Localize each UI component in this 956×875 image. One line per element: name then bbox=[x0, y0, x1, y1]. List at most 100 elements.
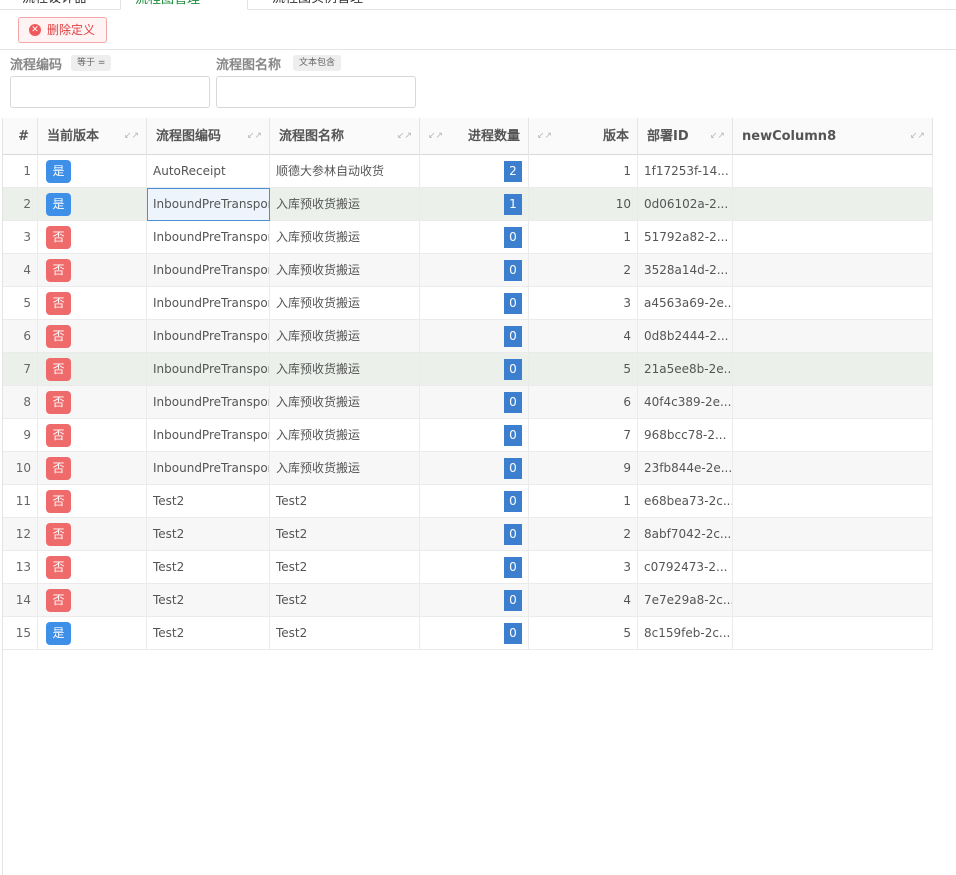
flow-name-cell[interactable]: Test2 bbox=[270, 584, 420, 617]
flow-code-input[interactable] bbox=[10, 76, 210, 108]
table-row[interactable]: 7 否 InboundPreTransport 入库预收货搬运 0 5 21a5ee8b-2… bbox=[3, 353, 933, 386]
version-cell[interactable]: 1 bbox=[529, 221, 638, 254]
deploy-id-cell[interactable]: 3528a14d-2... bbox=[638, 254, 733, 287]
version-cell[interactable]: 3 bbox=[529, 551, 638, 584]
process-count-cell[interactable]: 0 bbox=[420, 551, 529, 584]
deploy-id-cell[interactable]: 8c159feb-2c... bbox=[638, 617, 733, 650]
new-column8-cell[interactable] bbox=[733, 287, 933, 320]
current-version-cell[interactable]: 否 bbox=[38, 254, 147, 287]
flow-code-cell[interactable]: InboundPreTransport bbox=[147, 386, 270, 419]
current-version-cell[interactable]: 否 bbox=[38, 518, 147, 551]
col-index-header[interactable]: # bbox=[3, 118, 38, 155]
col-new-column8-header[interactable]: newColumn8 ↙↗ bbox=[733, 118, 933, 155]
current-version-cell[interactable]: 否 bbox=[38, 419, 147, 452]
flow-name-cell[interactable]: 入库预收货搬运 bbox=[270, 287, 420, 320]
version-cell[interactable]: 1 bbox=[529, 485, 638, 518]
process-count-cell[interactable]: 0 bbox=[420, 617, 529, 650]
new-column8-cell[interactable] bbox=[733, 452, 933, 485]
new-column8-cell[interactable] bbox=[733, 320, 933, 353]
flow-name-cell[interactable]: 入库预收货搬运 bbox=[270, 320, 420, 353]
deploy-id-cell[interactable]: 1f17253f-14... bbox=[638, 155, 733, 188]
process-count-cell[interactable]: 2 bbox=[420, 155, 529, 188]
collapse-arrows-icon[interactable]: ↙↗ bbox=[397, 118, 412, 155]
table-row[interactable]: 6 否 InboundPreTransport 入库预收货搬运 0 4 0d8b2444-2… bbox=[3, 320, 933, 353]
table-row[interactable]: 12 否 Test2 Test2 0 2 8abf7042-2c... bbox=[3, 518, 933, 551]
collapse-arrows-icon[interactable]: ↙↗ bbox=[124, 118, 139, 155]
new-column8-cell[interactable] bbox=[733, 386, 933, 419]
flow-code-cell[interactable]: Test2 bbox=[147, 617, 270, 650]
table-row[interactable]: 11 否 Test2 Test2 0 1 e68bea73-2c... bbox=[3, 485, 933, 518]
deploy-id-cell[interactable]: 0d8b2444-2... bbox=[638, 320, 733, 353]
current-version-cell[interactable]: 是 bbox=[38, 188, 147, 221]
current-version-cell[interactable]: 否 bbox=[38, 452, 147, 485]
deploy-id-cell[interactable]: 7e7e29a8-2c... bbox=[638, 584, 733, 617]
table-row[interactable]: 5 否 InboundPreTransport 入库预收货搬运 0 3 a4563a69-2… bbox=[3, 287, 933, 320]
table-row[interactable]: 8 否 InboundPreTransport 入库预收货搬运 0 6 40f4c389-2… bbox=[3, 386, 933, 419]
current-version-cell[interactable]: 是 bbox=[38, 617, 147, 650]
collapse-arrows-icon[interactable]: ↙↗ bbox=[910, 118, 925, 155]
current-version-cell[interactable]: 否 bbox=[38, 485, 147, 518]
flow-name-cell[interactable]: 入库预收货搬运 bbox=[270, 353, 420, 386]
version-cell[interactable]: 5 bbox=[529, 617, 638, 650]
deploy-id-cell[interactable]: 8abf7042-2c... bbox=[638, 518, 733, 551]
flow-name-cell[interactable]: 入库预收货搬运 bbox=[270, 188, 420, 221]
flow-name-cell[interactable]: 顺德大参林自动收货 bbox=[270, 155, 420, 188]
collapse-arrows-icon[interactable]: ↙↗ bbox=[247, 118, 262, 155]
new-column8-cell[interactable] bbox=[733, 518, 933, 551]
deploy-id-cell[interactable]: 968bcc78-2... bbox=[638, 419, 733, 452]
deploy-id-cell[interactable]: 51792a82-2... bbox=[638, 221, 733, 254]
table-row[interactable]: 1 是 AutoReceipt 顺德大参林自动收货 2 1 1f17253f-14... bbox=[3, 155, 933, 188]
process-count-cell[interactable]: 0 bbox=[420, 485, 529, 518]
table-row[interactable]: 4 否 InboundPreTransport 入库预收货搬运 0 2 3528a14d-2… bbox=[3, 254, 933, 287]
new-column8-cell[interactable] bbox=[733, 551, 933, 584]
flow-code-cell[interactable]: Test2 bbox=[147, 485, 270, 518]
flow-code-cell[interactable]: InboundPreTransport bbox=[147, 419, 270, 452]
new-column8-cell[interactable] bbox=[733, 419, 933, 452]
version-cell[interactable]: 2 bbox=[529, 518, 638, 551]
deploy-id-cell[interactable]: 21a5ee8b-2e... bbox=[638, 353, 733, 386]
collapse-arrows-icon[interactable]: ↙↗ bbox=[428, 118, 443, 155]
version-cell[interactable]: 7 bbox=[529, 419, 638, 452]
col-process-count-header[interactable]: 进程数量 ↙↗ bbox=[420, 118, 529, 155]
deploy-id-cell[interactable]: 40f4c389-2e... bbox=[638, 386, 733, 419]
flow-code-cell[interactable]: Test2 bbox=[147, 518, 270, 551]
table-row[interactable]: 10 否 InboundPreTransport 入库预收货搬运 0 9 23fb844e-… bbox=[3, 452, 933, 485]
process-count-cell[interactable]: 0 bbox=[420, 452, 529, 485]
process-count-cell[interactable]: 0 bbox=[420, 419, 529, 452]
process-count-cell[interactable]: 0 bbox=[420, 518, 529, 551]
flow-code-cell[interactable]: AutoReceipt bbox=[147, 155, 270, 188]
delete-definition-button[interactable]: ✕ 删除定义 bbox=[18, 17, 108, 43]
flow-name-cell[interactable]: 入库预收货搬运 bbox=[270, 452, 420, 485]
flow-code-cell[interactable]: InboundPreTransport bbox=[147, 452, 270, 485]
new-column8-cell[interactable] bbox=[733, 155, 933, 188]
flow-name-cell[interactable]: 入库预收货搬运 bbox=[270, 221, 420, 254]
filter-operator-name[interactable]: 文本包含 bbox=[293, 55, 342, 71]
tab-diagram-management[interactable]: 流程图管理 bbox=[120, 0, 248, 10]
deploy-id-cell[interactable]: a4563a69-2e... bbox=[638, 287, 733, 320]
process-count-cell[interactable]: 1 bbox=[420, 188, 529, 221]
current-version-cell[interactable]: 否 bbox=[38, 221, 147, 254]
flow-name-cell[interactable]: 入库预收货搬运 bbox=[270, 254, 420, 287]
version-cell[interactable]: 10 bbox=[529, 188, 638, 221]
version-cell[interactable]: 9 bbox=[529, 452, 638, 485]
new-column8-cell[interactable] bbox=[733, 584, 933, 617]
flow-name-cell[interactable]: Test2 bbox=[270, 551, 420, 584]
collapse-arrows-icon[interactable]: ↙↗ bbox=[537, 118, 552, 155]
flow-code-cell[interactable]: InboundPreTransport bbox=[147, 188, 270, 221]
new-column8-cell[interactable] bbox=[733, 485, 933, 518]
flow-name-cell[interactable]: Test2 bbox=[270, 617, 420, 650]
version-cell[interactable]: 3 bbox=[529, 287, 638, 320]
current-version-cell[interactable]: 否 bbox=[38, 386, 147, 419]
current-version-cell[interactable]: 否 bbox=[38, 320, 147, 353]
tab-instance-management[interactable]: 流程图实例管理 bbox=[258, 0, 377, 10]
current-version-cell[interactable]: 否 bbox=[38, 551, 147, 584]
flow-code-cell[interactable]: InboundPreTransport bbox=[147, 353, 270, 386]
table-row[interactable]: 15 是 Test2 Test2 0 5 8c159feb-2c... bbox=[3, 617, 933, 650]
flow-name-cell[interactable]: Test2 bbox=[270, 518, 420, 551]
process-count-cell[interactable]: 0 bbox=[420, 584, 529, 617]
process-count-cell[interactable]: 0 bbox=[420, 254, 529, 287]
col-deploy-id-header[interactable]: 部署ID ↙↗ bbox=[638, 118, 733, 155]
filter-operator-code[interactable]: 等于 = bbox=[71, 55, 112, 71]
flow-code-cell[interactable]: InboundPreTransport bbox=[147, 287, 270, 320]
process-count-cell[interactable]: 0 bbox=[420, 353, 529, 386]
